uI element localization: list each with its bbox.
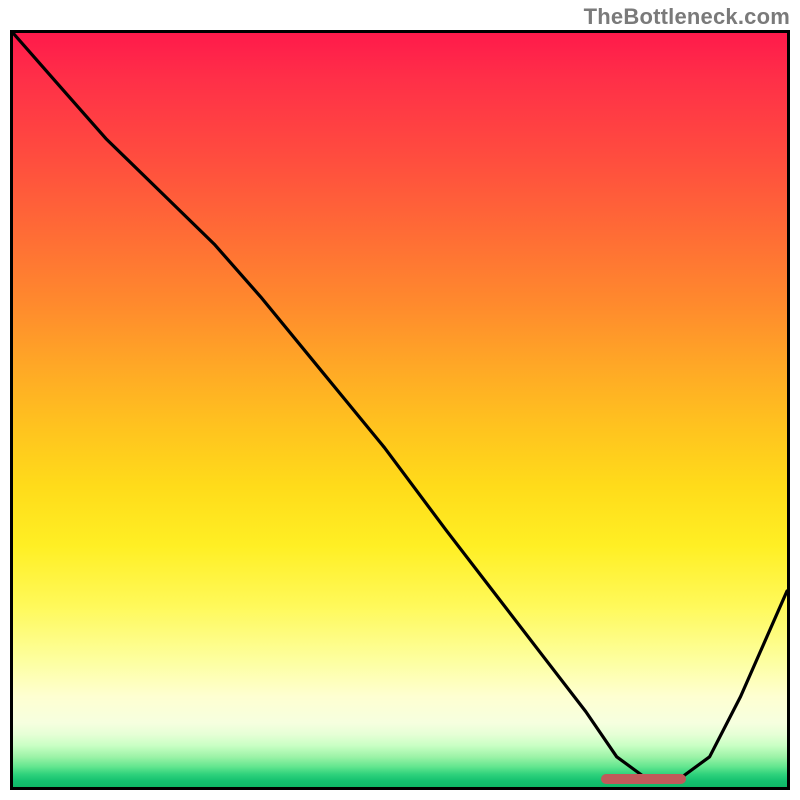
bottleneck-curve xyxy=(13,33,787,780)
plot-frame xyxy=(10,30,790,790)
optimal-range-marker xyxy=(601,774,686,784)
curve-layer xyxy=(13,33,787,787)
watermark-text: TheBottleneck.com xyxy=(584,4,790,30)
chart-container: TheBottleneck.com xyxy=(0,0,800,800)
